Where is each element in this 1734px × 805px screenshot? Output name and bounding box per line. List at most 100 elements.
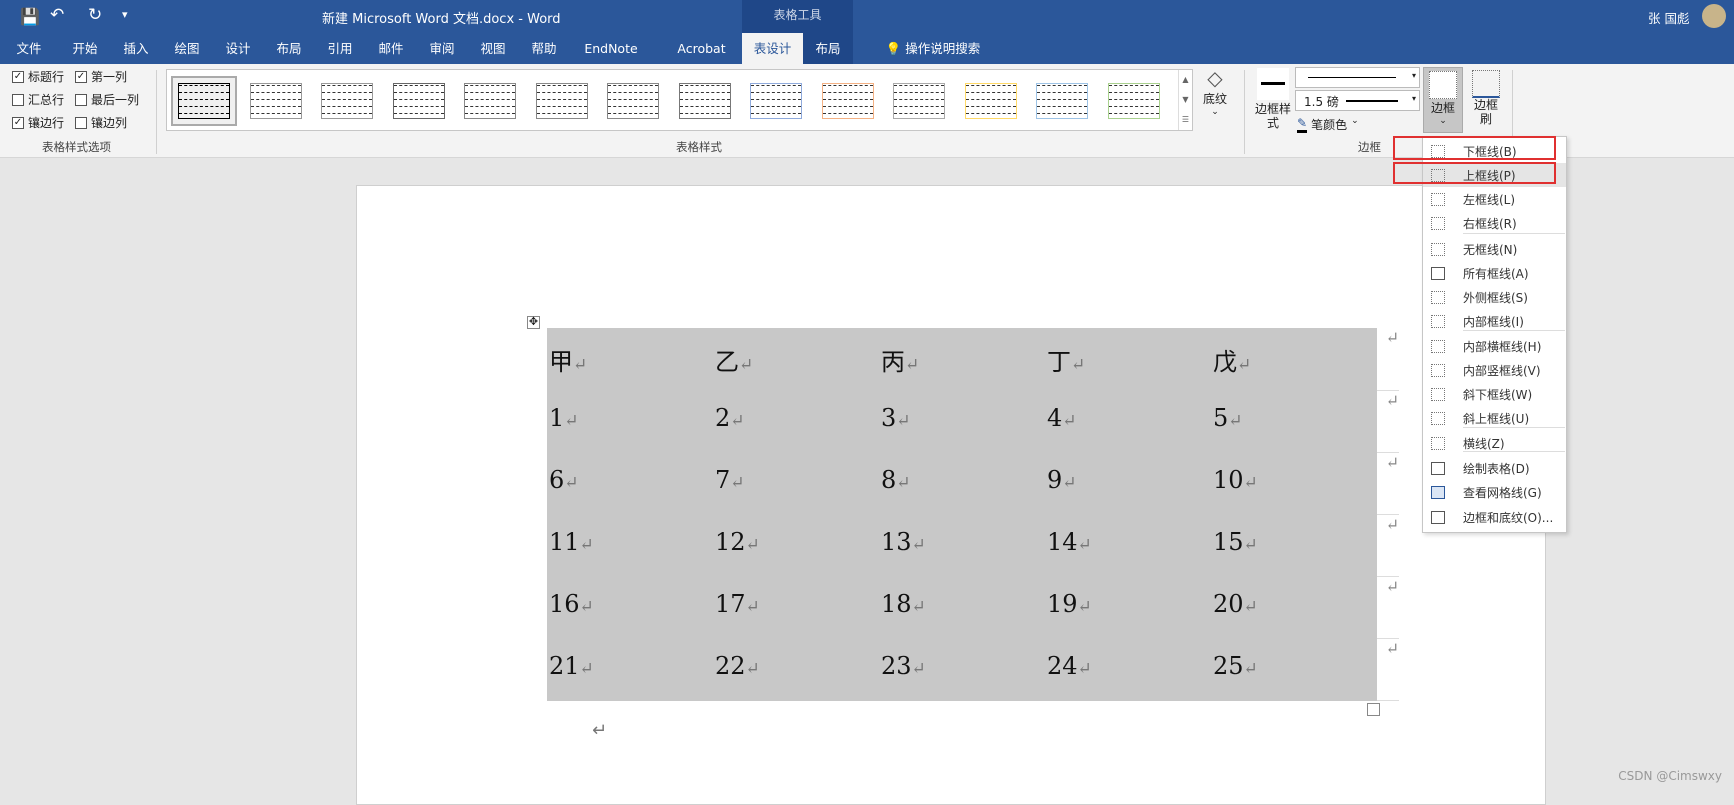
- menu-item-diagonal-down[interactable]: 斜下框线(W): [1423, 382, 1566, 406]
- checkbox-option-1[interactable]: ✓ 第一列: [75, 68, 127, 85]
- menu-item-inside-horizontal[interactable]: 内部横框线(H): [1423, 334, 1566, 358]
- table-cell[interactable]: 6↵: [547, 452, 713, 514]
- checkbox-option-0[interactable]: ✓ 标题行: [12, 68, 64, 85]
- table-cell[interactable]: 4↵: [1045, 390, 1211, 452]
- checkbox[interactable]: ✓: [12, 70, 24, 83]
- table-style-1[interactable]: [244, 78, 307, 124]
- menu-item-inside-vertical[interactable]: 内部竖框线(V): [1423, 358, 1566, 382]
- border-styles-button[interactable]: 边框样式: [1253, 68, 1293, 138]
- checkbox-option-2[interactable]: 汇总行: [12, 91, 64, 108]
- tab-7[interactable]: 邮件: [370, 33, 412, 64]
- table-styles-gallery[interactable]: ▲ ▼ ☰: [166, 69, 1193, 131]
- checkbox[interactable]: ✓: [12, 116, 24, 129]
- menu-item-outside-borders[interactable]: 外侧框线(S): [1423, 285, 1566, 309]
- tab-14[interactable]: 布局: [803, 33, 853, 64]
- avatar[interactable]: [1702, 4, 1726, 28]
- tell-me-search[interactable]: 💡 操作说明搜索: [868, 33, 998, 64]
- table-style-5[interactable]: [530, 78, 593, 124]
- table-style-11[interactable]: [959, 78, 1022, 124]
- tab-1[interactable]: 开始: [64, 33, 106, 64]
- shading-button[interactable]: ◇ 底纹 ⌄: [1196, 66, 1234, 136]
- table-cell[interactable]: 23↵: [879, 638, 1045, 700]
- checkbox[interactable]: [75, 116, 87, 129]
- table-cell[interactable]: 22↵: [713, 638, 879, 700]
- table-style-13[interactable]: [1102, 78, 1165, 124]
- tab-13[interactable]: 表设计: [742, 33, 803, 64]
- document-table[interactable]: 甲↵ 乙↵ 丙↵ 丁↵ 戊↵ ↵ 1↵ 2↵ 3↵ 4↵ 5↵ ↵ 6↵ 7↵ 8↵ 9↵ 10↵ ↵ 11↵ 12↵…: [547, 328, 1399, 701]
- table-style-6[interactable]: [602, 78, 664, 124]
- table-style-4[interactable]: [459, 78, 521, 124]
- table-cell[interactable]: 13↵: [879, 514, 1045, 576]
- undo-icon[interactable]: ↶: [50, 5, 64, 25]
- user-name[interactable]: 张 国彪: [1648, 8, 1689, 27]
- table-style-12[interactable]: [1031, 78, 1093, 124]
- table-cell[interactable]: 8↵: [879, 452, 1045, 514]
- table-cell[interactable]: 9↵: [1045, 452, 1211, 514]
- table-cell[interactable]: 1↵: [547, 390, 713, 452]
- checkbox[interactable]: [75, 93, 87, 106]
- menu-item-right-border[interactable]: 右框线(R): [1423, 211, 1566, 235]
- border-painter-button[interactable]: 边框刷: [1466, 67, 1506, 133]
- tab-10[interactable]: 帮助: [523, 33, 565, 64]
- table-cell[interactable]: 11↵: [547, 514, 713, 576]
- tab-12[interactable]: Acrobat: [654, 33, 749, 64]
- table-cell[interactable]: 丁↵: [1045, 328, 1211, 390]
- table-cell[interactable]: 21↵: [547, 638, 713, 700]
- line-weight-dropdown[interactable]: 1.5 磅 ▾: [1295, 90, 1420, 111]
- pen-color-button[interactable]: ✎ 笔颜色 ⌄: [1297, 116, 1359, 133]
- menu-item-left-border[interactable]: 左框线(L): [1423, 187, 1566, 211]
- table-cell[interactable]: 3↵: [879, 390, 1045, 452]
- table-resize-handle[interactable]: [1367, 703, 1380, 716]
- borders-button[interactable]: 边框 ⌄: [1423, 67, 1463, 133]
- table-style-0[interactable]: [171, 76, 237, 126]
- save-icon[interactable]: 💾: [20, 7, 40, 26]
- table-cell[interactable]: 24↵: [1045, 638, 1211, 700]
- table-cell[interactable]: 丙↵: [879, 328, 1045, 390]
- tab-4[interactable]: 设计: [217, 33, 259, 64]
- gallery-scroll[interactable]: ▲ ▼ ☰: [1178, 70, 1192, 130]
- table-cell[interactable]: 20↵: [1211, 576, 1377, 638]
- menu-item-view-gridlines[interactable]: 查看网格线(G): [1423, 480, 1566, 504]
- menu-item-all-borders[interactable]: 所有框线(A): [1423, 261, 1566, 285]
- table-cell[interactable]: 7↵: [713, 452, 879, 514]
- table-cell[interactable]: 12↵: [713, 514, 879, 576]
- table-cell[interactable]: 19↵: [1045, 576, 1211, 638]
- tab-5[interactable]: 布局: [268, 33, 310, 64]
- table-cell[interactable]: 25↵: [1211, 638, 1377, 700]
- tab-8[interactable]: 审阅: [421, 33, 463, 64]
- customize-toolbar-icon[interactable]: ▾: [122, 8, 128, 21]
- menu-item-borders-shading[interactable]: 边框和底纹(O)...: [1423, 505, 1566, 529]
- tab-0[interactable]: 文件: [8, 33, 50, 64]
- table-cell[interactable]: 2↵: [713, 390, 879, 452]
- tab-6[interactable]: 引用: [319, 33, 361, 64]
- checkbox-option-4[interactable]: ✓ 镶边行: [12, 114, 64, 131]
- table-cell[interactable]: 10↵: [1211, 452, 1377, 514]
- table-cell[interactable]: 甲↵: [547, 328, 713, 390]
- table-cell[interactable]: 17↵: [713, 576, 879, 638]
- table-cell[interactable]: 戊↵: [1211, 328, 1377, 390]
- tab-11[interactable]: EndNote 20: [576, 33, 646, 87]
- table-cell[interactable]: 16↵: [547, 576, 713, 638]
- table-style-9[interactable]: [816, 78, 879, 124]
- table-style-10[interactable]: [888, 78, 950, 124]
- tab-9[interactable]: 视图: [472, 33, 514, 64]
- checkbox-option-3[interactable]: 最后一列: [75, 91, 139, 108]
- checkbox[interactable]: [12, 93, 24, 106]
- table-cell[interactable]: 18↵: [879, 576, 1045, 638]
- table-cell[interactable]: 14↵: [1045, 514, 1211, 576]
- table-style-3[interactable]: [387, 78, 450, 124]
- checkbox[interactable]: ✓: [75, 70, 87, 83]
- table-cell[interactable]: 5↵: [1211, 390, 1377, 452]
- checkbox-option-5[interactable]: 镶边列: [75, 114, 127, 131]
- line-style-dropdown[interactable]: ▾: [1295, 67, 1420, 88]
- tab-3[interactable]: 绘图: [166, 33, 208, 64]
- menu-item-no-border[interactable]: 无框线(N): [1423, 237, 1566, 261]
- table-style-7[interactable]: [673, 78, 736, 124]
- redo-icon[interactable]: ↻: [88, 5, 102, 25]
- table-cell[interactable]: 乙↵: [713, 328, 879, 390]
- table-cell[interactable]: 15↵: [1211, 514, 1377, 576]
- table-move-handle[interactable]: ✥: [527, 316, 540, 329]
- menu-item-draw-table[interactable]: 绘制表格(D): [1423, 456, 1566, 480]
- table-style-8[interactable]: [745, 78, 807, 124]
- table-style-2[interactable]: [316, 78, 378, 124]
